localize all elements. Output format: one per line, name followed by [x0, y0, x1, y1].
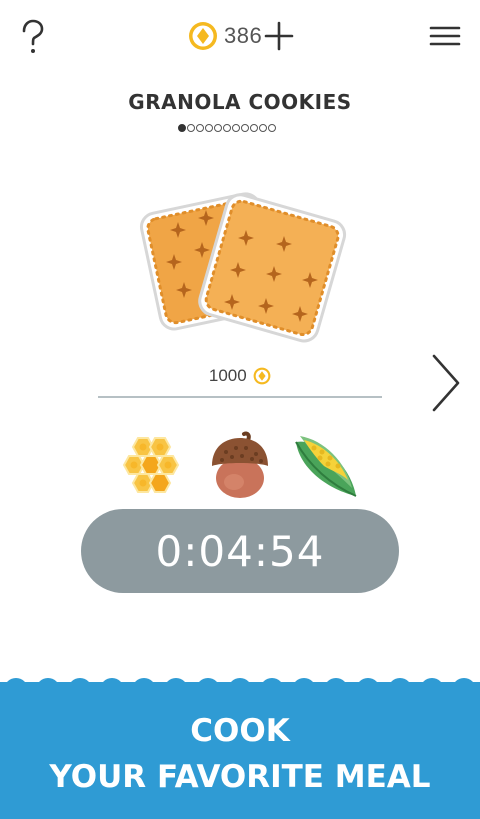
coin-icon [189, 22, 217, 50]
question-mark-icon[interactable] [18, 18, 48, 58]
page-indicator [178, 124, 276, 132]
recipe-price: 1000 [98, 366, 382, 386]
corn-icon [295, 436, 357, 497]
promo-banner[interactable]: COOK YOUR FAVORITE MEAL [0, 672, 480, 819]
page-dot[interactable] [214, 124, 222, 132]
page-dot[interactable] [232, 124, 240, 132]
coin-balance: 386 [188, 20, 294, 52]
ingredients-row [0, 430, 480, 504]
chevron-right-icon[interactable] [426, 352, 466, 414]
cooking-timer: 0:04:54 [81, 509, 399, 593]
acorn-icon [212, 431, 268, 498]
banner-text: COOK YOUR FAVORITE MEAL [0, 708, 480, 800]
price-divider [98, 396, 382, 398]
page-dot[interactable] [205, 124, 213, 132]
hamburger-menu-icon[interactable] [428, 24, 462, 48]
recipe-title: GRANOLA COOKIES [128, 90, 352, 114]
page-dot[interactable] [241, 124, 249, 132]
page-dot[interactable] [187, 124, 195, 132]
coin-count: 386 [224, 23, 263, 48]
page-dot[interactable] [196, 124, 204, 132]
page-dot[interactable] [178, 124, 186, 132]
banner-line-2: YOUR FAVORITE MEAL [49, 759, 431, 795]
banner-line-1: COOK [190, 713, 290, 749]
honeycomb-icon [122, 437, 180, 493]
page-dot[interactable] [259, 124, 267, 132]
granola-cookies-icon [139, 192, 347, 343]
page-dot[interactable] [268, 124, 276, 132]
plus-icon[interactable] [264, 21, 294, 51]
price-value: 1000 [208, 366, 247, 385]
coin-icon [253, 367, 271, 385]
page-dot[interactable] [250, 124, 258, 132]
page-dot[interactable] [223, 124, 231, 132]
top-bar: 386 [0, 0, 480, 72]
